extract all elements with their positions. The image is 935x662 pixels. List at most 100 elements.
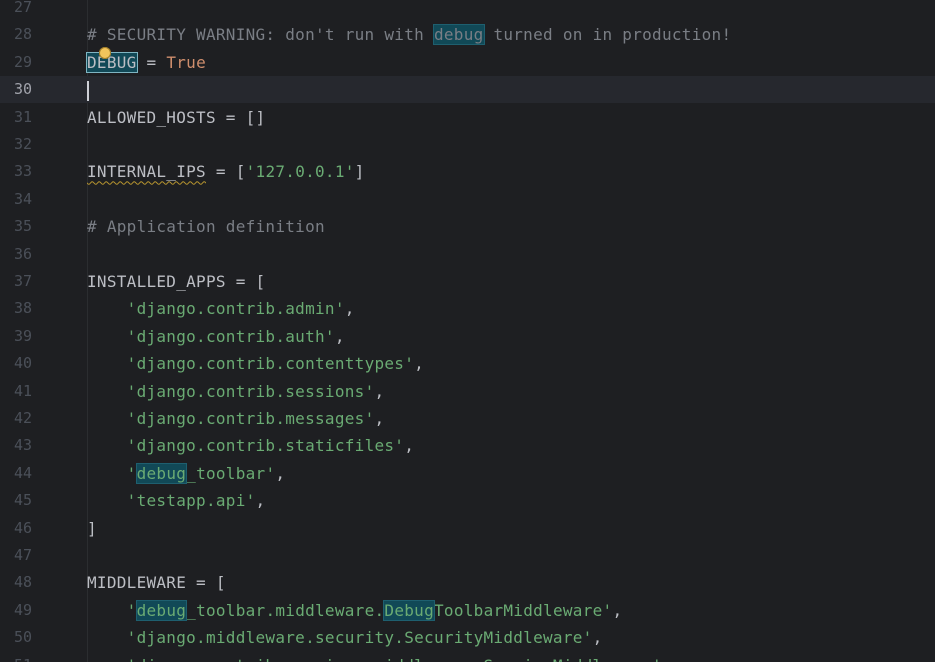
code-token: , bbox=[662, 656, 672, 662]
code-token: , bbox=[275, 463, 286, 483]
code-line[interactable]: 37 INSTALLED_APPS = [ bbox=[0, 268, 935, 295]
code-token: # Application definition bbox=[87, 217, 325, 237]
line-number: 47 bbox=[13, 546, 32, 564]
line-number: 51 bbox=[0, 652, 32, 662]
line-content[interactable]: ALLOWED_HOSTS = [] bbox=[87, 104, 265, 131]
line-content[interactable]: ] bbox=[87, 515, 97, 542]
code-token: debug bbox=[135, 599, 188, 621]
code-token: 'django.middleware.security.SecurityMidd… bbox=[126, 628, 593, 648]
code-token: , bbox=[255, 491, 266, 511]
code-line[interactable]: 35 # Application definition bbox=[0, 213, 935, 240]
code-line[interactable]: 27 bbox=[0, 0, 935, 21]
code-token: debug bbox=[135, 462, 188, 484]
code-token: debug bbox=[432, 24, 485, 46]
line-content[interactable]: 'django.contrib.sessions', bbox=[87, 378, 384, 405]
code-line[interactable]: 43 'django.contrib.staticfiles', bbox=[0, 432, 935, 459]
code-line[interactable]: 50 'django.middleware.security.SecurityM… bbox=[0, 624, 935, 651]
line-number: 31 bbox=[13, 107, 32, 126]
line-number: 45 bbox=[13, 491, 32, 510]
code-line[interactable]: 29 DEBUG = True bbox=[0, 49, 935, 76]
text-caret bbox=[87, 80, 89, 101]
line-content[interactable] bbox=[87, 76, 89, 103]
line-number: 38 bbox=[13, 299, 32, 318]
line-content[interactable]: 'django.contrib.sessions.middleware.Sess… bbox=[87, 652, 672, 662]
code-token: ToolbarMiddleware' bbox=[434, 600, 613, 620]
line-content[interactable]: 'django.contrib.auth', bbox=[87, 323, 345, 350]
code-token: 'django.contrib.admin' bbox=[126, 299, 345, 319]
code-line[interactable]: 31 ALLOWED_HOSTS = [] bbox=[0, 104, 935, 131]
code-token: 'django.contrib.messages' bbox=[126, 409, 375, 428]
code-token: 'django.contrib.staticfiles' bbox=[126, 436, 405, 456]
code-token: MIDDLEWARE = [ bbox=[87, 573, 226, 593]
code-token: ' bbox=[126, 600, 137, 620]
line-content[interactable]: 'django.middleware.security.SecurityMidd… bbox=[87, 624, 603, 651]
code-line[interactable]: 39 'django.contrib.auth', bbox=[0, 323, 935, 350]
code-editor[interactable]: 27 28 # SECURITY WARNING: don't run with d… bbox=[0, 0, 935, 662]
code-line[interactable]: 44 'debug_toolbar', bbox=[0, 460, 935, 487]
code-line[interactable]: 42 'django.contrib.messages', bbox=[0, 405, 935, 432]
code-token: ] bbox=[354, 162, 365, 182]
code-line[interactable]: 33 INTERNAL_IPS = ['127.0.0.1'] bbox=[0, 158, 935, 185]
code-token: , bbox=[414, 354, 425, 374]
line-content[interactable]: # Application definition bbox=[87, 213, 325, 240]
code-line[interactable]: 40 'django.contrib.contenttypes', bbox=[0, 350, 935, 377]
code-token: INSTALLED_APPS = [ bbox=[87, 272, 266, 291]
line-content[interactable]: # SECURITY WARNING: don't run with debug… bbox=[87, 21, 731, 48]
line-content[interactable]: 'django.contrib.admin', bbox=[87, 295, 355, 322]
code-token: , bbox=[334, 326, 345, 346]
code-token: DEBUG bbox=[86, 51, 138, 73]
code-token: True bbox=[166, 52, 206, 72]
line-content[interactable]: 'django.contrib.staticfiles', bbox=[87, 432, 414, 459]
code-token: _toolbar' bbox=[186, 463, 276, 483]
line-number: 37 bbox=[13, 272, 32, 290]
line-number: 29 bbox=[13, 52, 32, 71]
line-content[interactable]: 'debug_toolbar', bbox=[87, 460, 285, 487]
code-token: INTERNAL_IPS bbox=[87, 162, 206, 182]
code-token: # SECURITY WARNING: don't run with bbox=[87, 25, 434, 45]
code-line[interactable]: 30 bbox=[0, 76, 935, 104]
code-token: 'django.contrib.contenttypes' bbox=[126, 354, 415, 374]
line-number: 50 bbox=[13, 628, 32, 647]
code-line[interactable]: 47 bbox=[0, 542, 935, 569]
code-token: , bbox=[374, 381, 385, 401]
code-line[interactable]: 46] bbox=[0, 515, 935, 542]
code-token: ] bbox=[87, 518, 97, 538]
line-content[interactable]: INSTALLED_APPS = [ bbox=[87, 268, 265, 295]
line-number: 40 bbox=[13, 354, 32, 373]
line-number: 33 bbox=[13, 162, 32, 181]
code-line[interactable]: 51 'django.contrib.sessions.middleware.S… bbox=[0, 652, 935, 662]
code-line[interactable]: 28 # SECURITY WARNING: don't run with deb… bbox=[0, 21, 935, 48]
line-content[interactable]: 'django.contrib.messages', bbox=[87, 405, 384, 432]
code-line[interactable]: 49 'debug_toolbar.middleware.DebugToolba… bbox=[0, 597, 935, 624]
code-line[interactable]: 45 'testapp.api', bbox=[0, 487, 935, 514]
code-token: , bbox=[592, 628, 603, 648]
code-line[interactable]: 32 bbox=[0, 131, 935, 158]
line-number: 42 bbox=[13, 409, 32, 427]
code-line[interactable]: 38 'django.contrib.admin', bbox=[0, 295, 935, 322]
code-line[interactable]: 48 MIDDLEWARE = [ bbox=[0, 569, 935, 596]
line-content[interactable]: 'testapp.api', bbox=[87, 487, 266, 514]
line-number: 34 bbox=[13, 189, 32, 208]
lightbulb-icon[interactable] bbox=[99, 47, 111, 59]
line-number: 46 bbox=[13, 518, 32, 537]
code-line[interactable]: 41 'django.contrib.sessions', bbox=[0, 378, 935, 405]
line-number: 41 bbox=[13, 381, 32, 400]
code-token: '127.0.0.1' bbox=[245, 162, 355, 182]
code-token: ' bbox=[126, 463, 137, 483]
line-number: 35 bbox=[13, 217, 32, 236]
line-content[interactable]: 'debug_toolbar.middleware.DebugToolbarMi… bbox=[87, 597, 622, 624]
code-line[interactable]: 36 bbox=[0, 241, 935, 268]
line-number: 39 bbox=[13, 326, 32, 345]
line-content[interactable]: MIDDLEWARE = [ bbox=[87, 569, 226, 596]
line-content[interactable]: INTERNAL_IPS = ['127.0.0.1'] bbox=[87, 158, 365, 185]
line-content[interactable]: 'django.contrib.contenttypes', bbox=[87, 350, 424, 377]
code-token: ALLOWED_HOSTS = [] bbox=[87, 107, 266, 127]
code-line[interactable]: 34 bbox=[0, 186, 935, 213]
